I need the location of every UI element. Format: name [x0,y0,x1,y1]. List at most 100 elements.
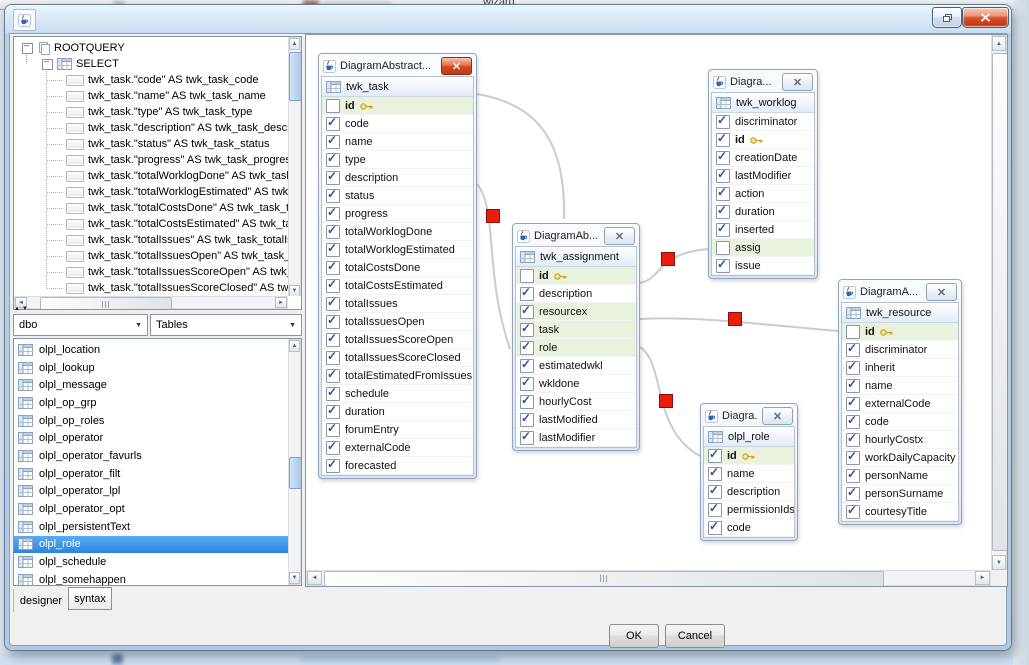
scroll-thumb[interactable] [324,571,884,587]
field-row[interactable]: inherit [842,359,958,377]
field-checkbox[interactable] [846,451,860,465]
field-row[interactable]: duration [712,203,814,221]
field-row[interactable]: courtesyTitle [842,503,958,521]
field-row[interactable]: personSurname [842,485,958,503]
field-row[interactable]: type [322,151,473,169]
field-checkbox[interactable] [326,207,340,221]
field-row[interactable]: role [516,339,636,357]
field-checkbox[interactable] [846,433,860,447]
diagram-v-scrollbar[interactable] [991,35,1007,571]
field-checkbox[interactable] [846,487,860,501]
field-row[interactable]: code [322,115,473,133]
field-checkbox[interactable] [520,305,534,319]
tree-column-item[interactable]: twk_task."totalIssues" AS twk_task_total… [14,232,288,248]
table-list-item[interactable]: olpl_role [14,536,288,554]
field-row[interactable]: issue [712,257,814,275]
field-checkbox[interactable] [520,269,534,283]
field-row[interactable]: wkldone [516,375,636,393]
field-checkbox[interactable] [326,153,340,167]
field-row[interactable]: totalCostsDone [322,259,473,277]
field-checkbox[interactable] [708,467,722,481]
field-row[interactable]: totalWorklogEstimated [322,241,473,259]
tree-column-item[interactable]: twk_task."name" AS twk_task_name [14,88,288,104]
field-row[interactable]: lastModified [516,411,636,429]
field-row[interactable]: discriminator [712,113,814,131]
field-checkbox[interactable] [520,431,534,445]
field-checkbox[interactable] [716,205,730,219]
ok-button[interactable]: OK [609,624,659,648]
field-row[interactable]: totalIssues [322,295,473,313]
field-checkbox[interactable] [846,415,860,429]
frame-close-button[interactable] [782,73,813,91]
tree-column-item[interactable]: twk_task."totalWorklogEstimated" AS twk_… [14,184,288,200]
field-row[interactable]: totalIssuesScoreOpen [322,331,473,349]
field-row[interactable]: description [322,169,473,187]
tab-designer[interactable]: designer [13,589,68,612]
tree-column-item[interactable]: twk_task."progress" AS twk_task_progress [14,152,288,168]
field-checkbox[interactable] [326,117,340,131]
table-list-item[interactable]: olpl_lookup [14,359,288,377]
field-checkbox[interactable] [846,325,860,339]
tree-column-item[interactable]: twk_task."totalCostsEstimated" AS twk_ta… [14,216,288,232]
field-row[interactable]: code [842,413,958,431]
frame-close-button[interactable] [762,407,793,425]
field-checkbox[interactable] [716,259,730,273]
tree-v-scrollbar[interactable] [288,37,301,298]
field-checkbox[interactable] [708,521,722,535]
scroll-thumb[interactable] [289,457,302,489]
field-row[interactable]: name [704,465,794,483]
table-list-item[interactable]: olpl_somehappen [14,571,288,585]
field-row[interactable]: totalWorklogDone [322,223,473,241]
tree-select-node[interactable]: SELECT [14,56,288,72]
entity-header[interactable]: olpl_role [704,427,794,447]
tree-column-item[interactable]: twk_task."totalIssuesScoreOpen" AS twk_t… [14,264,288,280]
field-row[interactable]: id [842,323,958,341]
field-checkbox[interactable] [326,171,340,185]
table-list-item[interactable]: olpl_persistentText [14,518,288,536]
field-checkbox[interactable] [520,377,534,391]
field-row[interactable]: totalEstimatedFromIssues [322,367,473,385]
table-list-item[interactable]: olpl_location [14,341,288,359]
table-list-item[interactable]: olpl_op_roles [14,412,288,430]
table-list-item[interactable]: olpl_operator [14,429,288,447]
field-row[interactable]: externalCode [322,439,473,457]
field-row[interactable]: schedule [322,385,473,403]
field-row[interactable]: forecasted [322,457,473,475]
scroll-thumb[interactable] [40,297,172,310]
list-v-scrollbar[interactable] [288,339,301,585]
field-checkbox[interactable] [520,359,534,373]
table-list-item[interactable]: olpl_op_grp [14,394,288,412]
field-checkbox[interactable] [326,225,340,239]
field-row[interactable]: name [842,377,958,395]
cancel-button[interactable]: Cancel [665,624,725,648]
field-checkbox[interactable] [326,243,340,257]
frame-close-button[interactable] [604,227,635,245]
field-row[interactable]: discriminator [842,341,958,359]
schema-combo[interactable]: dbo [13,314,148,336]
field-row[interactable]: hourlyCost [516,393,636,411]
field-checkbox[interactable] [846,505,860,519]
field-checkbox[interactable] [326,441,340,455]
field-checkbox[interactable] [716,151,730,165]
field-checkbox[interactable] [716,187,730,201]
scroll-up-button[interactable] [289,340,300,352]
field-checkbox[interactable] [326,261,340,275]
tree-column-item[interactable]: twk_task."status" AS twk_task_status [14,136,288,152]
field-checkbox[interactable] [716,169,730,183]
field-checkbox[interactable] [326,351,340,365]
field-row[interactable]: description [704,483,794,501]
restore-button[interactable] [932,7,962,28]
field-row[interactable]: id [704,447,794,465]
frame-titlebar[interactable]: DiagramAbstract... [321,56,474,76]
link-junction-handle[interactable] [662,253,675,266]
splitter-collapse-buttons[interactable]: ▲▼ [14,306,28,313]
tree-column-item[interactable]: twk_task."totalIssuesOpen" AS twk_task_t… [14,248,288,264]
entity-header[interactable]: twk_worklog [712,93,814,113]
field-checkbox[interactable] [846,379,860,393]
scroll-down-button[interactable] [289,572,300,584]
diagram-canvas[interactable]: DiagramAbstract...twk_taskidcodenametype… [306,35,992,571]
tree-column-item[interactable]: twk_task."totalCostsDone" AS twk_task_to… [14,200,288,216]
field-row[interactable]: creationDate [712,149,814,167]
scroll-left-button[interactable] [307,571,322,585]
field-checkbox[interactable] [326,189,340,203]
